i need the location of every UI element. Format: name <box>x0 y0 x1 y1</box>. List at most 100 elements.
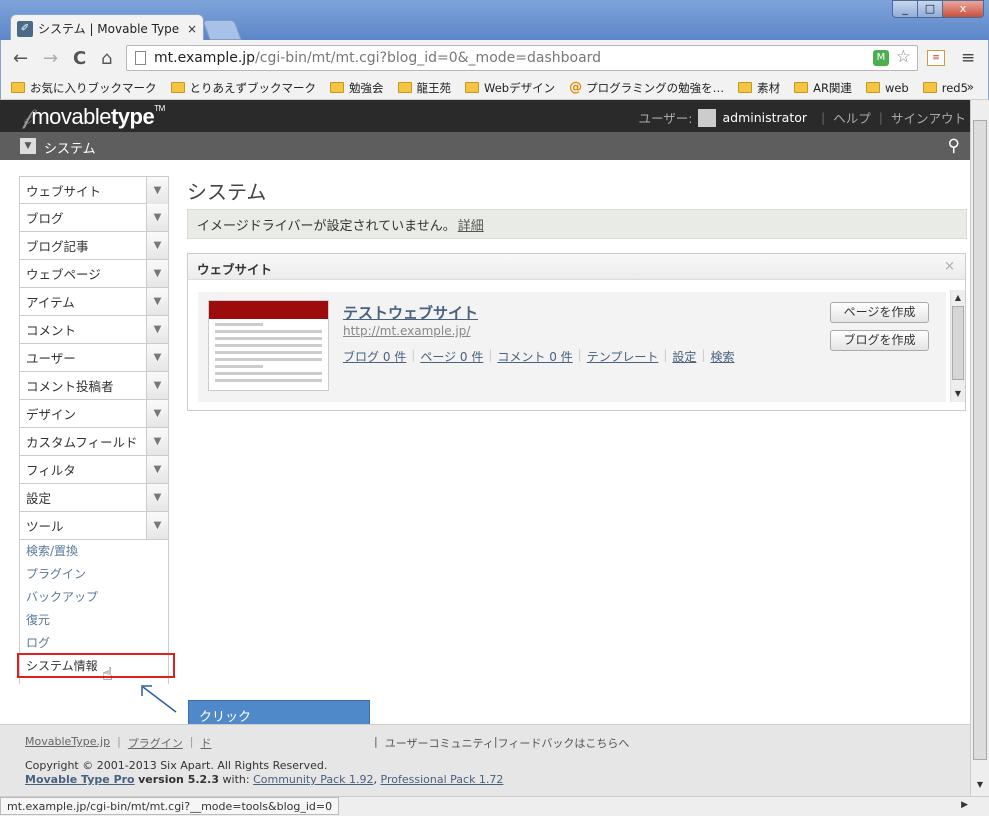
bookmark-item[interactable]: 勉強会 <box>330 80 384 96</box>
mt-favicon-icon: ✐ <box>17 20 33 37</box>
folder-icon <box>794 82 809 93</box>
submenu-search-replace[interactable]: 検索/置換 <box>20 540 168 563</box>
templates-link[interactable]: テンプレート <box>587 348 659 365</box>
bookmark-item[interactable]: Webデザイン <box>465 80 555 96</box>
chevron-down-icon[interactable]: ▼ <box>146 260 168 287</box>
new-tab-button[interactable] <box>202 20 242 40</box>
username-link[interactable]: administrator <box>722 110 807 125</box>
bookmark-item[interactable]: red5 <box>922 81 968 95</box>
sidebar-item-custom-fields[interactable]: カスタムフィールド ▼ <box>19 428 169 456</box>
bookmark-star-icon[interactable]: ☆ <box>896 47 911 67</box>
community-pack-link[interactable]: Community Pack 1.92 <box>253 773 373 786</box>
home-icon[interactable]: ⌂ <box>101 48 112 69</box>
chevron-down-icon[interactable]: ▼ <box>146 344 168 371</box>
version-line: Movable Type Pro version 5.2.3 with: Com… <box>25 773 504 786</box>
window-maximize-button[interactable]: □ <box>917 0 943 18</box>
chevron-down-icon[interactable]: ▼ <box>146 316 168 343</box>
sidebar-item-website[interactable]: ウェブサイト ▼ <box>19 176 169 204</box>
chevron-down-icon[interactable]: ▼ <box>146 456 168 483</box>
sidebar-item-design[interactable]: デザイン ▼ <box>19 400 169 428</box>
reload-icon[interactable]: C <box>73 48 86 69</box>
forward-icon[interactable]: → <box>43 48 58 69</box>
browser-titlebar: ✐ システム | Movable Type Pro × _ □ x <box>0 0 989 42</box>
chevron-down-icon[interactable]: ▼ <box>146 372 168 399</box>
bookmark-item[interactable]: web <box>865 81 909 95</box>
site-url-link[interactable]: http://mt.example.jp/ <box>343 324 470 338</box>
sidebar-item-commenters[interactable]: コメント投稿者 ▼ <box>19 372 169 400</box>
bookmark-item[interactable]: 龍王苑 <box>397 80 451 96</box>
bookmark-item[interactable]: @ プログラミングの勉強を… <box>569 80 724 96</box>
browser-tab[interactable]: ✐ システム | Movable Type Pro × <box>10 14 204 42</box>
folder-icon <box>738 82 753 93</box>
bookmark-item[interactable]: お気に入りブックマーク <box>11 80 157 96</box>
settings-link[interactable]: 設定 <box>672 348 696 365</box>
search-link[interactable]: 検索 <box>710 348 734 365</box>
help-link[interactable]: ヘルプ <box>833 108 871 127</box>
submenu-restore[interactable]: 復元 <box>20 609 168 632</box>
back-icon[interactable]: ← <box>13 48 28 69</box>
comments-count-link[interactable]: コメント 0 件 <box>497 348 572 365</box>
chevron-down-icon[interactable]: ▼ <box>146 400 168 427</box>
sidebar-item-blog[interactable]: ブログ ▼ <box>19 204 169 232</box>
window-close-button[interactable]: x <box>942 0 984 18</box>
create-blog-button[interactable]: ブログを作成 <box>830 330 929 351</box>
scroll-right-icon[interactable]: ▶ <box>961 800 968 810</box>
folder-icon <box>330 82 344 93</box>
scroll-down-icon[interactable]: ▼ <box>952 387 964 401</box>
product-link[interactable]: Movable Type Pro <box>25 773 135 786</box>
chevron-down-icon[interactable]: ▼ <box>146 204 168 231</box>
sidebar-item-filters[interactable]: フィルタ ▼ <box>19 456 169 484</box>
chevron-down-icon[interactable]: ▼ <box>146 484 168 511</box>
scroll-down-icon[interactable]: ▼ <box>973 780 987 794</box>
window-minimize-button[interactable]: _ <box>892 0 918 18</box>
avatar <box>698 108 717 127</box>
chevron-down-icon[interactable]: ▼ <box>146 232 168 259</box>
bookmarks-more-icon[interactable]: » <box>967 80 974 94</box>
footer-link[interactable]: フィードバックはこちらへ <box>498 735 630 751</box>
chevron-down-icon[interactable]: ▼ <box>146 288 168 315</box>
submenu-plugins[interactable]: プラグイン <box>20 563 168 586</box>
pages-count-link[interactable]: ページ 0 件 <box>420 348 483 365</box>
footer-link[interactable]: MovableType.jp <box>25 735 110 751</box>
site-thumbnail[interactable] <box>208 300 329 391</box>
sidebar-item-comments[interactable]: コメント ▼ <box>19 316 169 344</box>
sidebar-item-entries[interactable]: ブログ記事 ▼ <box>19 232 169 260</box>
extension-icon[interactable]: M <box>873 50 889 66</box>
chevron-down-icon[interactable]: ▼ <box>146 512 168 539</box>
professional-pack-link[interactable]: Professional Pack 1.72 <box>381 773 504 786</box>
signout-link[interactable]: サインアウト <box>891 108 966 127</box>
search-icon[interactable]: ⚲ <box>948 136 960 156</box>
footer-link[interactable]: プラグイン <box>128 735 183 751</box>
scroll-up-icon[interactable]: ▲ <box>952 291 964 305</box>
footer-link[interactable]: ド <box>201 735 212 751</box>
extension-list-icon[interactable]: ≡ <box>927 50 945 66</box>
submenu-log[interactable]: ログ <box>20 632 168 655</box>
sidebar-item-settings[interactable]: 設定 ▼ <box>19 484 169 512</box>
movabletype-logo[interactable]: 𝒻movabletypeTM <box>22 104 165 130</box>
blogs-count-link[interactable]: ブログ 0 件 <box>343 348 406 365</box>
footer-link[interactable]: ユーザーコミュニティ <box>385 735 494 751</box>
sidebar-item-pages[interactable]: ウェブページ ▼ <box>19 260 169 288</box>
folder-icon <box>170 82 185 93</box>
chevron-down-icon[interactable]: ▼ <box>146 428 168 455</box>
page-scrollbar[interactable]: ▼ <box>970 100 989 796</box>
scope-selector-icon[interactable]: ▼ <box>20 138 36 154</box>
sidebar-item-assets[interactable]: アイテム ▼ <box>19 288 169 316</box>
widget-scrollbar[interactable]: ▲ ▼ <box>950 290 965 402</box>
close-icon[interactable]: × <box>944 259 955 274</box>
bookmark-item[interactable]: とりあえずブックマーク <box>170 80 316 96</box>
tab-close-icon[interactable]: × <box>187 22 197 36</box>
bookmark-item[interactable]: AR関連 <box>794 80 852 96</box>
address-bar[interactable]: mt.example.jp/cgi-bin/mt/mt.cgi?blog_id=… <box>126 45 918 71</box>
details-link[interactable]: 詳細 <box>458 215 484 234</box>
sidebar-item-users[interactable]: ユーザー ▼ <box>19 344 169 372</box>
submenu-backup[interactable]: バックアップ <box>20 586 168 609</box>
create-page-button[interactable]: ページを作成 <box>830 302 929 323</box>
menu-icon[interactable]: ≡ <box>961 48 975 68</box>
sidebar-item-tools[interactable]: ツール ▼ <box>19 512 169 540</box>
chevron-down-icon[interactable]: ▼ <box>146 177 168 204</box>
bookmark-item[interactable]: 素材 <box>738 80 780 96</box>
tab-title: システム | Movable Type Pro <box>38 22 183 36</box>
alert-message: イメージドライバーが設定されていません。 詳細 <box>187 209 967 239</box>
site-name-link[interactable]: テストウェブサイト <box>343 302 478 323</box>
